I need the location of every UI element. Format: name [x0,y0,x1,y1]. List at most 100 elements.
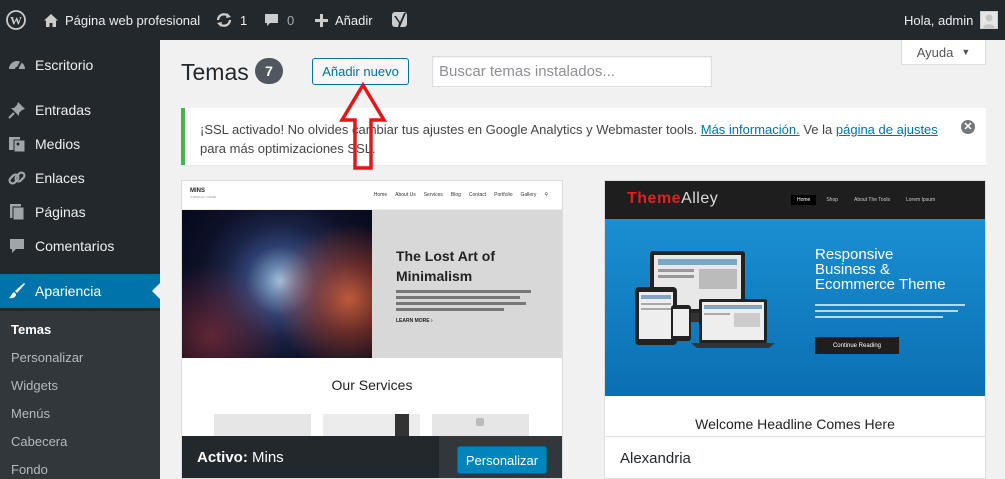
alexandria-hero-body [815,304,965,322]
menu-label: Escritorio [35,57,94,73]
site-name-link[interactable]: Página web profesional [43,0,200,40]
comments-count: 0 [287,12,295,28]
help-label: Ayuda [916,44,954,60]
menu-label: Medios [35,136,81,152]
active-prefix: Activo: [197,449,248,466]
search-themes-input[interactable] [432,56,712,87]
ssl-notice: ¡SSL activado! No olvides cambiar tus aj… [181,108,986,165]
mins-hero-body [396,290,531,314]
active-theme-name: Activo: Mins [197,449,284,466]
logo-part-theme: Theme [627,190,682,207]
devices-illustration [635,251,775,348]
settings-page-link[interactable]: página de ajustes [836,122,938,137]
themealley-logo: ThemeAlley [627,190,718,208]
menu-label: Enlaces [35,170,85,186]
yoast-seo-icon[interactable] [391,0,409,40]
mins-hero-title: The Lost Art of Minimalism [396,248,496,284]
mins-nav-item: Portfolio [494,192,513,198]
menu-item-escritorio[interactable]: Escritorio [0,48,160,82]
active-theme-footer: Activo: Mins Personalizar [182,436,562,478]
updates-link[interactable]: 1 [215,0,247,40]
active-theme-title: Mins [252,449,284,466]
mins-nav-item: Blog [450,192,461,198]
menu-label: Apariencia [35,283,102,299]
menu-label: Páginas [35,204,86,220]
submenu-personalizar[interactable]: Personalizar [11,350,83,365]
caret-down-icon: ▼ [961,47,971,57]
appearance-submenu: Temas Personalizar Widgets Menús Cabecer… [0,311,160,479]
avatar [980,11,999,29]
plus-icon [315,13,328,27]
mins-nav-item: Home [373,192,388,198]
dismiss-notice-icon[interactable]: ✕ [961,120,975,134]
alexandria-welcome: Welcome Headline Comes Here [695,416,895,432]
theme-card-mins[interactable]: MINS A MINIMAL THEME Home About Us Servic… [181,180,563,479]
comment-icon [7,236,27,256]
menu-label: Entradas [35,102,92,118]
brush-icon [7,281,27,301]
wordpress-logo-icon[interactable]: W [6,0,26,40]
mins-learn-more: LEARN MORE › [396,318,433,324]
theme-card-alexandria[interactable]: ThemeAlley Home Shop About The Tools Lor… [604,180,986,479]
menu-item-paginas[interactable]: Páginas [0,195,160,229]
mins-nav-item: About Us [395,192,416,198]
nebula-image [182,210,372,358]
add-new-theme-button[interactable]: Añadir nuevo [312,58,409,85]
submenu-menus[interactable]: Menús [11,406,50,421]
submenu-temas[interactable]: Temas [11,322,51,337]
mins-logo: MINS A MINIMAL THEME [190,188,216,200]
menu-item-entradas[interactable]: Entradas [0,93,160,127]
greeting: Hola, admin [904,12,974,28]
red-arrow-annotation [339,82,388,170]
admin-bar: W Página web profesional 1 0 Añadir Hola… [0,0,1005,40]
notice-text: ¡SSL activado! No olvides cambiar tus aj… [200,120,945,158]
mins-services-heading: Our Services [331,377,413,393]
mins-hero-text: The Lost Art of Minimalism LEARN MORE › [372,210,562,358]
theme-footer: Alexandria [605,436,985,478]
menu-item-comentarios[interactable]: Comentarios [0,229,160,263]
logo-part-alley: Alley [681,190,719,207]
notice-text-before: ¡SSL activado! No olvides cambiar tus aj… [200,122,701,137]
new-content-label: Añadir [335,12,373,28]
mins-screenshot-header: MINS A MINIMAL THEME Home About Us Servic… [182,181,562,210]
ta-nav-item: Lorem Ipsum [905,197,936,203]
my-account-link[interactable]: Hola, admin [904,0,999,40]
theme-name: Alexandria [620,450,691,467]
comments-link[interactable]: 0 [264,0,294,40]
dashboard-icon [7,55,27,75]
updates-count: 1 [240,12,248,28]
new-content-link[interactable]: Añadir [315,0,373,40]
menu-label: Comentarios [35,238,115,254]
menu-item-medios[interactable]: Medios [0,127,160,161]
notice-text-middle: Ve la [799,122,836,137]
submenu-cabecera[interactable]: Cabecera [11,434,67,449]
mins-nav-item: Services [423,192,443,198]
pages-icon [7,202,27,222]
customize-button[interactable]: Personalizar [457,446,547,474]
menu-item-apariencia[interactable]: Apariencia [0,274,160,308]
mins-nav-item: Contact [468,192,487,198]
alexandria-hero: Responsive Business & Ecommerce Theme Co… [605,219,985,396]
submenu-widgets[interactable]: Widgets [11,378,58,393]
theme-actions: Personalizar [439,436,562,478]
mins-nav: Home About Us Services Blog Contact Port… [374,192,548,198]
site-name: Página web profesional [65,12,201,28]
home-icon [43,13,59,28]
more-info-link[interactable]: Más información. [701,122,800,137]
search-icon: ⚲ [544,192,548,198]
alexandria-screenshot-header: ThemeAlley Home Shop About The Tools Lor… [605,181,985,219]
alexandria-hero-title: Responsive Business & Ecommerce Theme [815,246,946,293]
updates-icon [215,12,233,28]
pin-icon [7,100,27,120]
ta-nav-item: About The Tools [854,197,890,203]
submenu-fondo[interactable]: Fondo [11,462,48,477]
help-tab[interactable]: Ayuda ▼ [901,40,986,65]
ta-nav-item: Home [791,195,817,205]
admin-sidebar: Escritorio Entradas Medios Enlaces Págin… [0,40,160,479]
menu-item-enlaces[interactable]: Enlaces [0,161,160,195]
mins-tagline: A MINIMAL THEME [190,195,217,199]
comment-bubble-icon [264,13,279,27]
ta-nav-item: Shop [826,197,839,203]
theme-count-badge: 7 [255,58,283,84]
mins-nav-item: Gallery [520,192,537,198]
